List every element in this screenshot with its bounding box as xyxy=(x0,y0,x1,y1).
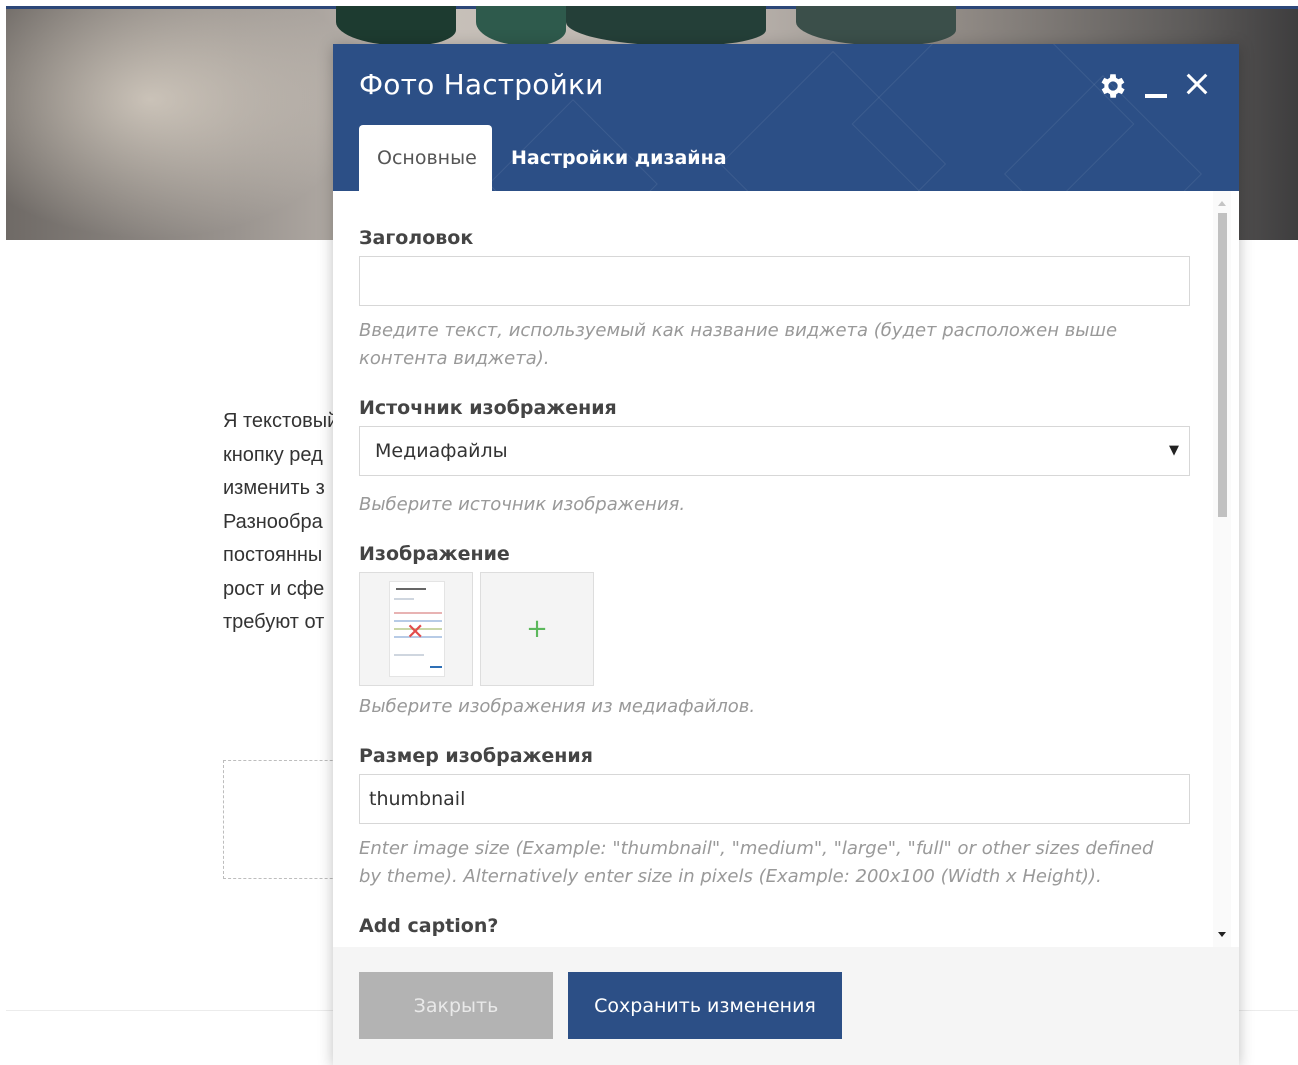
dialog-footer: Закрыть Сохранить изменения xyxy=(333,947,1239,1065)
background-text-line: требуют от xyxy=(223,611,325,633)
caption-label: Add caption? xyxy=(359,915,499,937)
image-help-text: Выберите изображения из медиафайлов. xyxy=(359,696,756,717)
plus-icon: + xyxy=(526,614,548,644)
background-text-line: кнопку ред xyxy=(223,443,323,466)
image-size-label: Размер изображения xyxy=(359,745,593,767)
title-input[interactable] xyxy=(359,256,1190,306)
dialog-body[interactable]: Заголовок Введите текст, используемый ка… xyxy=(333,191,1239,947)
background-text-line: Я текстовый xyxy=(223,410,333,432)
background-text: Я текстовый кнопку ред изменить з Разноо… xyxy=(223,405,333,640)
close-button[interactable]: Закрыть xyxy=(359,972,553,1039)
scrollbar-thumb[interactable] xyxy=(1218,213,1227,517)
minimize-icon[interactable] xyxy=(1145,94,1167,98)
scrollbar[interactable] xyxy=(1213,191,1231,947)
scroll-up-arrow-icon[interactable] xyxy=(1218,201,1226,206)
background-text-line: изменить з xyxy=(223,477,325,499)
image-source-select[interactable]: Медиафайлы ▼ xyxy=(359,426,1190,476)
close-icon[interactable] xyxy=(1183,70,1211,98)
dropdown-arrow-icon: ▼ xyxy=(1169,443,1179,458)
title-field-label: Заголовок xyxy=(359,227,474,249)
background-text-line: Разнообра xyxy=(223,510,323,533)
background-text-line: постоянны xyxy=(223,544,323,566)
image-source-help-text: Выберите источник изображения. xyxy=(359,494,686,515)
scroll-down-arrow-icon[interactable] xyxy=(1218,932,1226,937)
remove-image-icon[interactable]: ✕ xyxy=(406,622,424,644)
background-text-line: рост и сфе xyxy=(223,577,325,600)
image-size-input[interactable]: thumbnail xyxy=(359,774,1190,824)
image-size-help-text: Enter image size (Example: "thumbnail", … xyxy=(359,838,1154,887)
gear-icon[interactable] xyxy=(1097,70,1129,102)
add-image-button[interactable]: + xyxy=(480,572,594,686)
image-field-label: Изображение xyxy=(359,543,510,565)
dialog-title: Фото Настройки xyxy=(359,68,604,101)
photo-settings-dialog: Фото Настройки Основные Настройки дизайн… xyxy=(333,44,1239,1065)
image-source-selected-value: Медиафайлы xyxy=(375,440,508,462)
title-help-text: Введите текст, используемый как название… xyxy=(359,320,1118,369)
selected-image-thumbnail[interactable]: ✕ xyxy=(359,572,473,686)
tab-general[interactable]: Основные xyxy=(359,125,492,191)
tab-design-settings[interactable]: Настройки дизайна xyxy=(493,125,745,191)
save-changes-button[interactable]: Сохранить изменения xyxy=(568,972,842,1039)
image-source-label: Источник изображения xyxy=(359,397,617,419)
dialog-header: Фото Настройки Основные Настройки дизайн… xyxy=(333,44,1239,191)
